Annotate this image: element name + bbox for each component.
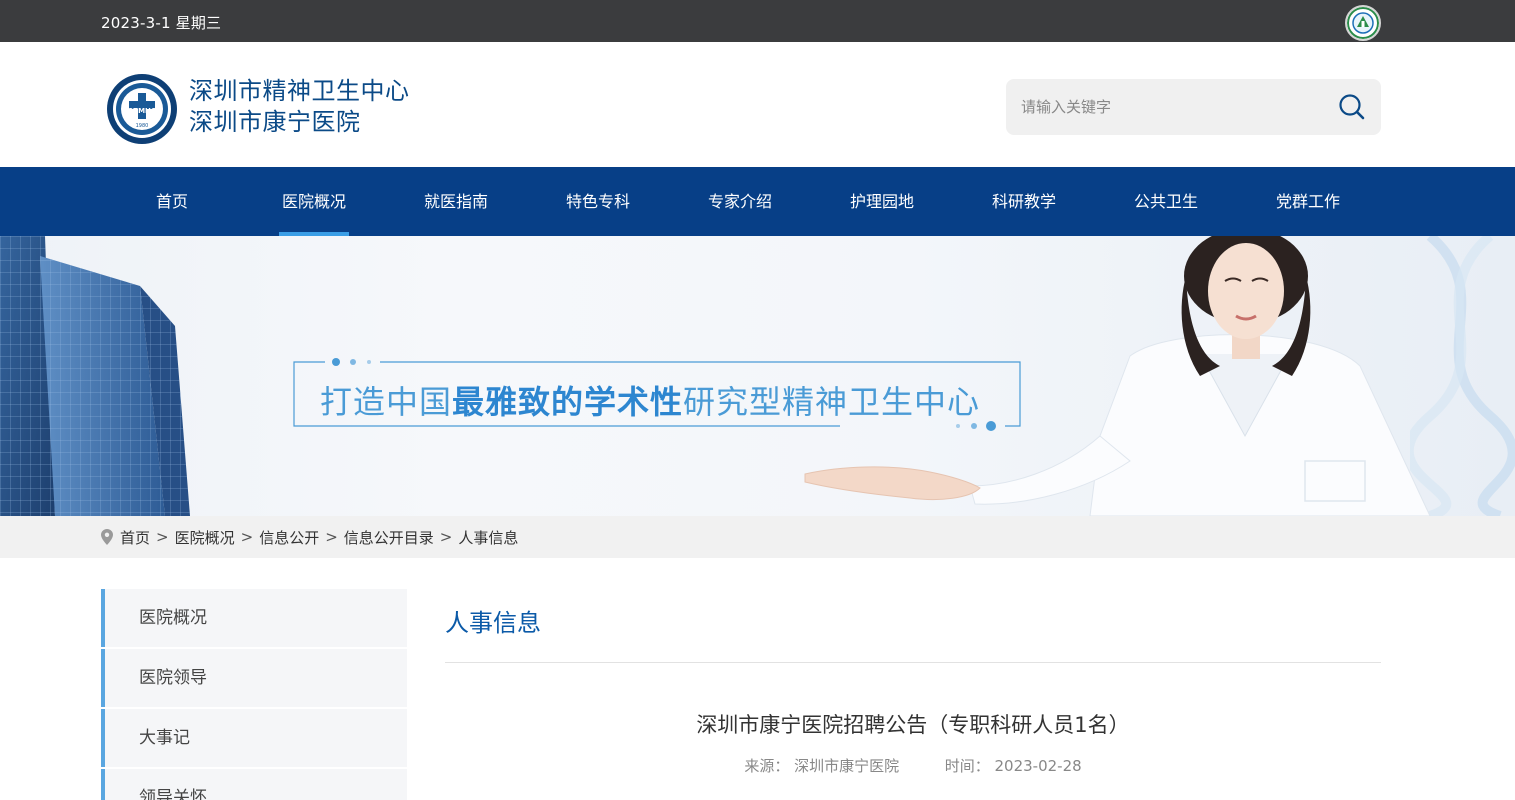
breadcrumb-bar: 首页 > 医院概况 > 信息公开 > 信息公开目录 > 人事信息 bbox=[0, 516, 1515, 558]
breadcrumb-info-disclosure[interactable]: 信息公开 bbox=[259, 527, 319, 548]
building-illustration bbox=[0, 236, 190, 516]
breadcrumb-separator: > bbox=[240, 528, 254, 546]
nav-item-party-work[interactable]: 党群工作 bbox=[1237, 167, 1379, 236]
article-meta: 来源： 深圳市康宁医院 时间： 2023-02-28 bbox=[445, 755, 1381, 776]
sidebar-item-label: 医院领导 bbox=[139, 668, 207, 688]
search-box bbox=[1006, 79, 1381, 135]
nav-item-experts[interactable]: 专家介绍 bbox=[669, 167, 811, 236]
sidebar-item-hospital-overview[interactable]: 医院概况 bbox=[101, 589, 407, 647]
sidebar-item-hospital-leaders[interactable]: 医院领导 bbox=[101, 649, 407, 707]
section-divider bbox=[445, 662, 1381, 663]
sidebar-item-label: 医院概况 bbox=[139, 608, 207, 628]
nav-item-nursing[interactable]: 护理园地 bbox=[811, 167, 953, 236]
nav-item-public-health[interactable]: 公共卫生 bbox=[1095, 167, 1237, 236]
nav-item-medical-guide[interactable]: 就医指南 bbox=[385, 167, 527, 236]
search-input[interactable] bbox=[1006, 79, 1326, 135]
time-value: 2023-02-28 bbox=[994, 757, 1082, 775]
sidebar-item-chronicle[interactable]: 大事记 bbox=[101, 709, 407, 767]
location-pin-icon bbox=[101, 529, 113, 545]
time-label: 时间： bbox=[944, 757, 990, 775]
search-icon[interactable] bbox=[1337, 92, 1367, 122]
section-title: 人事信息 bbox=[445, 609, 541, 637]
sidebar: 医院概况 医院领导 大事记 领导关怀 bbox=[101, 589, 407, 800]
hospital-logo[interactable]: SZMHC 1980 bbox=[106, 73, 178, 145]
nav-item-specialties[interactable]: 特色专科 bbox=[527, 167, 669, 236]
site-name-line-1: 深圳市精神卫生中心 bbox=[189, 77, 410, 105]
breadcrumb-personnel-info[interactable]: 人事信息 bbox=[458, 527, 518, 548]
sidebar-item-label: 领导关怀 bbox=[139, 788, 207, 800]
sidebar-item-label: 大事记 bbox=[139, 728, 190, 748]
source-value: 深圳市康宁医院 bbox=[794, 757, 900, 775]
breadcrumb-separator: > bbox=[156, 528, 169, 546]
breadcrumb-info-catalog[interactable]: 信息公开目录 bbox=[344, 527, 434, 548]
slogan-part-1: 打造中国 bbox=[320, 383, 453, 421]
site-header: SZMHC 1980 深圳市精神卫生中心 深圳市康宁医院 bbox=[0, 42, 1515, 167]
hero-banner: 打造中国最雅致的学术性研究型精神卫生中心 bbox=[0, 236, 1515, 516]
nav-item-research-teaching[interactable]: 科研教学 bbox=[953, 167, 1095, 236]
main-nav: 首页 医院概况 就医指南 特色专科 专家介绍 护理园地 科研教学 公共卫生 党群… bbox=[0, 167, 1515, 236]
article-title: 深圳市康宁医院招聘公告（专职科研人员1名） bbox=[696, 713, 1130, 737]
sidebar-item-leadership-care[interactable]: 领导关怀 bbox=[101, 769, 407, 800]
doctor-illustration bbox=[804, 236, 1431, 516]
breadcrumb-separator: > bbox=[439, 528, 453, 546]
site-name-line-2: 深圳市康宁医院 bbox=[189, 108, 361, 136]
certification-badge-icon[interactable] bbox=[1345, 5, 1381, 41]
current-date: 2023-3-1 星期三 bbox=[101, 14, 222, 32]
source-label: 来源： bbox=[744, 757, 790, 775]
nav-item-hospital-overview[interactable]: 医院概况 bbox=[243, 167, 385, 236]
breadcrumb-home[interactable]: 首页 bbox=[120, 527, 150, 548]
site-name[interactable]: 深圳市精神卫生中心 深圳市康宁医院 bbox=[189, 76, 410, 138]
top-bar: 2023-3-1 星期三 bbox=[0, 0, 1515, 42]
breadcrumb-hospital-overview[interactable]: 医院概况 bbox=[175, 527, 235, 548]
nav-item-home[interactable]: 首页 bbox=[101, 167, 243, 236]
slogan-part-bold: 最雅致的学术性 bbox=[452, 383, 684, 421]
breadcrumb-separator: > bbox=[325, 528, 338, 546]
breadcrumb: 首页 > 医院概况 > 信息公开 > 信息公开目录 > 人事信息 bbox=[101, 516, 518, 558]
logo-acronym: SZMHC bbox=[128, 107, 156, 115]
logo-year: 1980 bbox=[136, 123, 149, 129]
